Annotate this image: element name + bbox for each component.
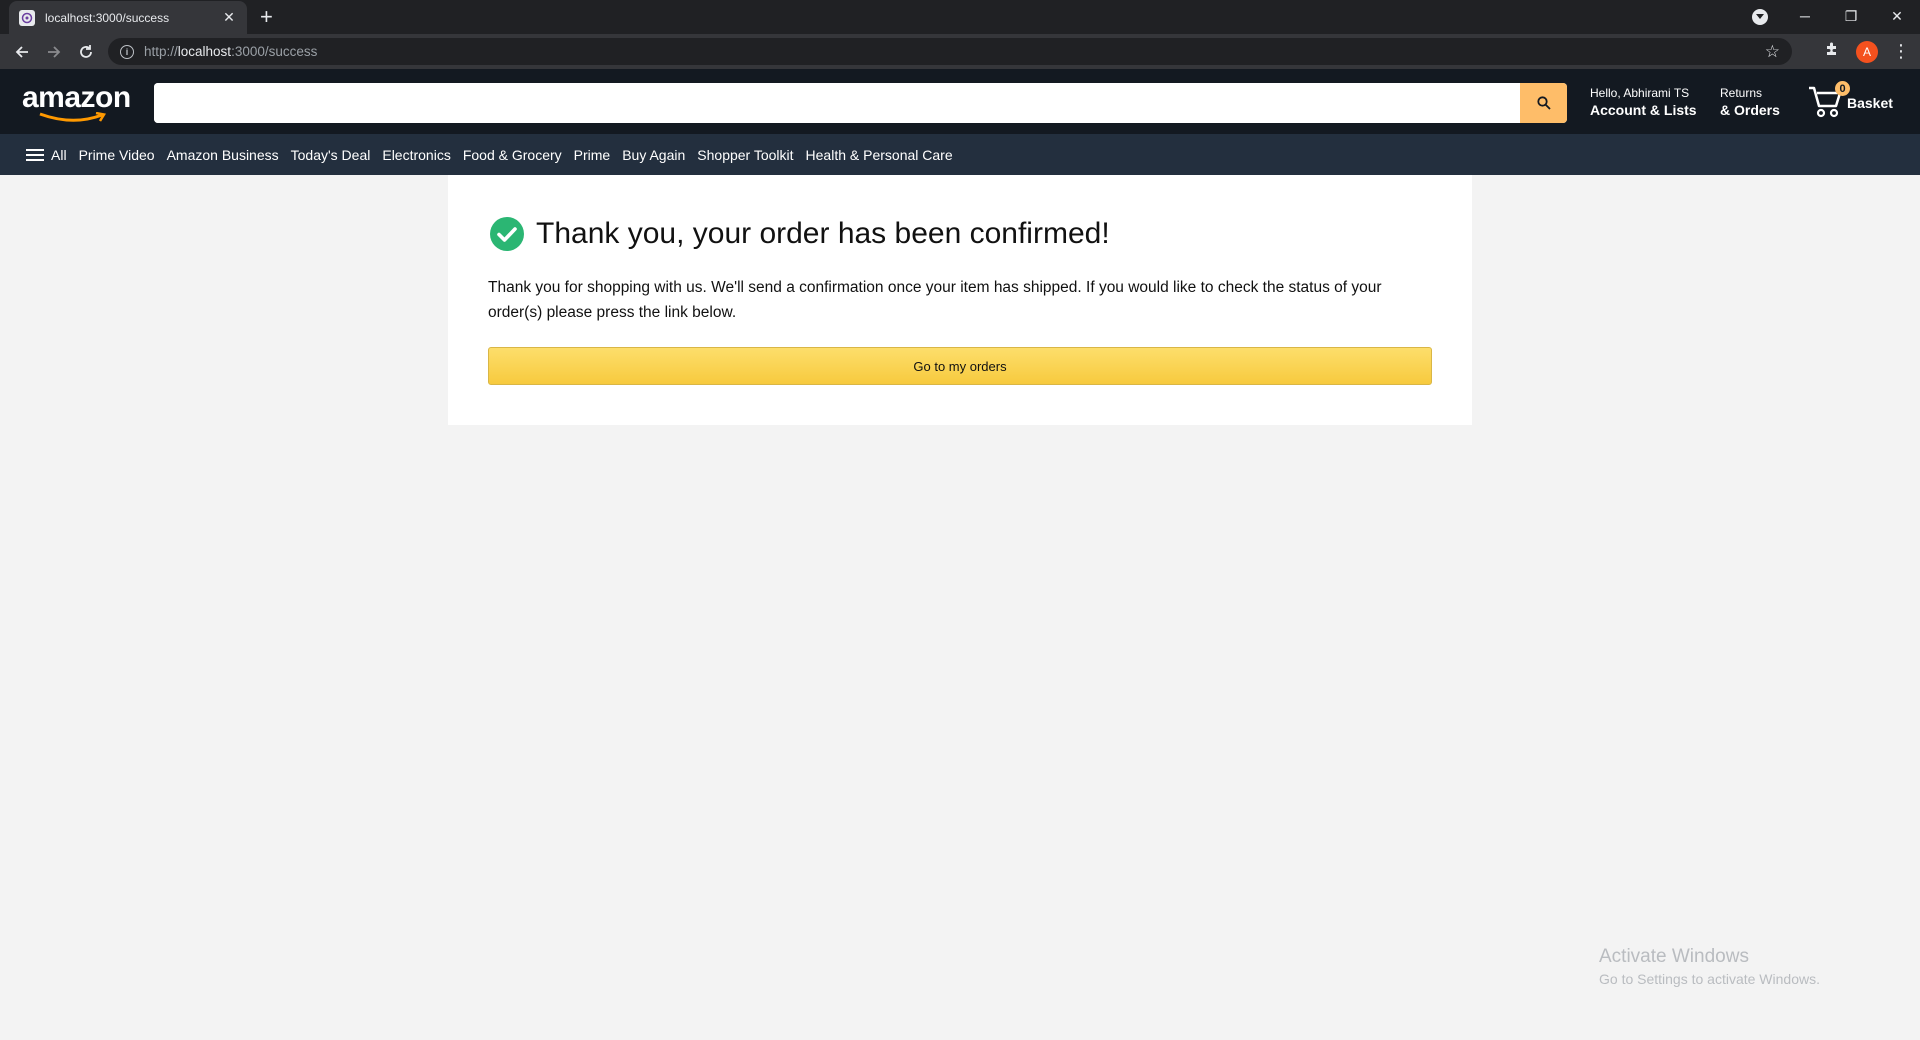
hamburger-menu-icon [26, 146, 44, 164]
forward-arrow-icon [48, 45, 61, 58]
address-bar[interactable]: i http://localhost:3000/success ☆ [108, 38, 1792, 65]
subnav-item-amazon-business[interactable]: Amazon Business [167, 147, 279, 163]
browser-tab[interactable]: localhost:3000/success ✕ [9, 1, 247, 34]
subnav-item-prime[interactable]: Prime [574, 147, 611, 163]
search-icon [1536, 96, 1551, 110]
back-button[interactable] [6, 36, 38, 68]
profile-dropdown-icon[interactable] [1752, 9, 1768, 25]
tab-title: localhost:3000/success [45, 10, 170, 25]
subnav-all[interactable]: All [26, 146, 67, 164]
logo-smile-icon [39, 112, 107, 122]
account-greeting: Hello, Abhirami TS [1590, 86, 1690, 100]
subnav-item-shopper-toolkit[interactable]: Shopper Toolkit [697, 147, 793, 163]
basket-label: Basket [1847, 95, 1893, 111]
forward-button[interactable] [38, 36, 70, 68]
returns-orders-link[interactable]: Returns & Orders [1720, 85, 1780, 119]
returns-label: Returns [1720, 86, 1763, 100]
reload-button[interactable] [70, 36, 102, 68]
favicon-icon [19, 9, 35, 26]
window-controls: ─ ❐ ✕ [1782, 0, 1920, 34]
close-window-button[interactable]: ✕ [1874, 0, 1920, 32]
url-text: http://localhost:3000/success [144, 44, 318, 59]
subnav-item-prime-video[interactable]: Prime Video [79, 147, 155, 163]
subnav-item-todays-deal[interactable]: Today's Deal [291, 147, 371, 163]
go-to-orders-button[interactable]: Go to my orders [488, 347, 1432, 385]
account-lists-label: Account & Lists [1590, 102, 1697, 118]
tab-close-icon[interactable]: ✕ [221, 9, 237, 26]
amazon-subnav: All Prime Video Amazon Business Today's … [0, 134, 1920, 175]
search-input[interactable] [154, 83, 1520, 123]
profile-avatar[interactable]: A [1856, 41, 1878, 63]
account-lists-link[interactable]: Hello, Abhirami TS Account & Lists [1590, 85, 1697, 119]
amazon-logo[interactable]: amazon [22, 81, 137, 123]
bookmark-star-icon[interactable]: ☆ [1765, 42, 1780, 62]
watermark-title: Activate Windows [1599, 946, 1749, 967]
browser-tab-bar: localhost:3000/success ✕ + ─ ❐ ✕ [0, 0, 1920, 34]
order-success-card: Thank you, your order has been confirmed… [448, 175, 1472, 425]
extensions-puzzle-icon[interactable] [1824, 41, 1840, 62]
success-title: Thank you, your order has been confirmed… [536, 217, 1110, 250]
subnav-item-health-personal-care[interactable]: Health & Personal Care [806, 147, 953, 163]
reload-icon [80, 44, 92, 58]
subnav-item-buy-again[interactable]: Buy Again [622, 147, 685, 163]
new-tab-button[interactable]: + [260, 4, 273, 30]
minimize-button[interactable]: ─ [1782, 0, 1828, 32]
search-button[interactable] [1520, 83, 1567, 123]
site-info-icon[interactable]: i [120, 44, 134, 59]
browser-toolbar: i http://localhost:3000/success ☆ [0, 34, 1920, 69]
check-circle-icon [490, 217, 524, 251]
basket-count-badge: 0 [1835, 81, 1850, 96]
watermark-subtitle: Go to Settings to activate Windows. [1599, 971, 1820, 987]
restore-button[interactable]: ❐ [1828, 0, 1874, 32]
subnav-item-food-grocery[interactable]: Food & Grocery [463, 147, 562, 163]
back-arrow-icon [15, 45, 28, 58]
success-message: Thank you for shopping with us. We'll se… [488, 279, 1382, 321]
success-heading-row: Thank you, your order has been confirmed… [490, 217, 1110, 251]
basket-link[interactable]: 0 Basket [1808, 81, 1908, 121]
browser-menu-icon[interactable]: ⋮ [1892, 41, 1910, 61]
orders-label: & Orders [1720, 102, 1780, 118]
amazon-header: amazon Hello, Abhirami TS Account & List… [0, 69, 1920, 134]
search-bar [154, 83, 1567, 123]
subnav-item-electronics[interactable]: Electronics [382, 147, 450, 163]
windows-activation-watermark: Activate Windows Go to Settings to activ… [1599, 945, 1820, 989]
